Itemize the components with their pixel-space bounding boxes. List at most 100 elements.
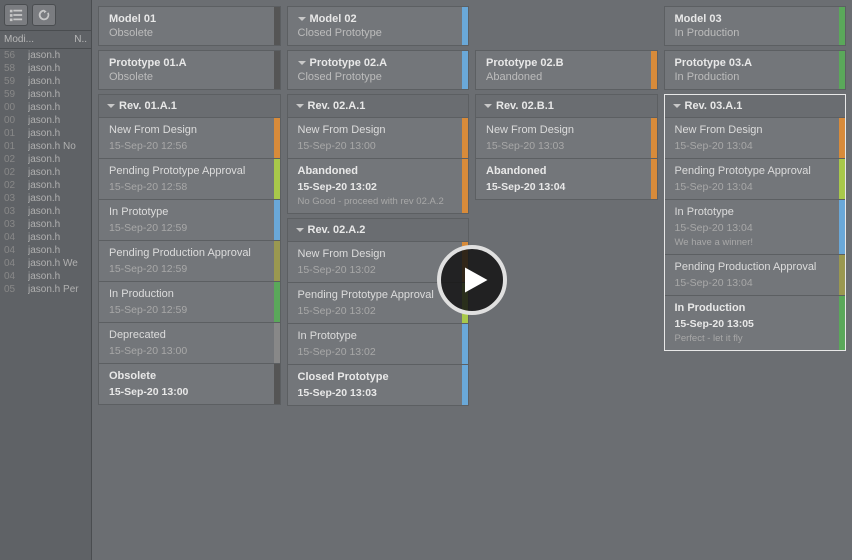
status-stripe [462,324,468,364]
model-tile[interactable]: Model 02 Closed Prototype [287,6,470,46]
card-timestamp: 15-Sep-20 13:00 [298,140,459,152]
prototype-tile[interactable]: Prototype 03.A In Production [664,50,847,90]
model-tile[interactable]: Model 01 Obsolete [98,6,281,46]
status-card[interactable]: Pending Production Approval 15-Sep-20 13… [665,254,846,295]
card-title: Pending Production Approval [109,247,270,259]
status-card[interactable]: New From Design 15-Sep-20 13:00 [287,118,470,159]
revision-header[interactable]: Rev. 02.B.1 [475,94,658,118]
status-card[interactable]: Pending Production Approval 15-Sep-20 12… [98,241,281,282]
card-note: Perfect - let it fly [675,333,836,344]
status-card[interactable]: In Production 15-Sep-20 12:59 [98,282,281,323]
chevron-down-icon [107,104,115,108]
status-stripe [839,51,845,89]
refresh-button[interactable] [32,4,56,26]
status-card[interactable]: New From Design 15-Sep-20 12:56 [98,118,281,159]
status-stripe [462,118,468,158]
status-stripe [274,51,280,89]
card-timestamp: 15-Sep-20 12:59 [109,222,270,234]
status-card[interactable]: In Prototype 15-Sep-20 13:04We have a wi… [665,199,846,254]
row-value: jason.h [28,154,91,165]
status-card[interactable]: Pending Prototype Approval 15-Sep-20 13:… [665,158,846,199]
prototype-status: Abandoned [486,71,649,83]
revision-group: Rev. 01.A.1 New From Design 15-Sep-20 12:… [98,94,281,405]
card-title: Abandoned [486,165,647,177]
revision-title: Rev. 01.A.1 [119,100,177,112]
sidebar-row[interactable]: 02jason.h [0,179,91,192]
status-stripe [839,255,845,295]
sidebar-row[interactable]: 00jason.h [0,114,91,127]
status-stripe [651,51,657,89]
card-timestamp: 15-Sep-20 13:04 [675,181,836,193]
status-card[interactable]: New From Design 15-Sep-20 13:04 [665,117,846,158]
row-number: 02 [4,167,28,178]
prototype-tile[interactable]: Prototype 02.A Closed Prototype [287,50,470,90]
revision-header[interactable]: Rev. 01.A.1 [98,94,281,118]
card-timestamp: 15-Sep-20 13:04 [675,277,836,289]
sidebar-row[interactable]: 56jason.h [0,49,91,62]
model-tile[interactable]: Model 03 In Production [664,6,847,46]
sidebar-row[interactable]: 03jason.h [0,218,91,231]
sidebar-row[interactable]: 04jason.h [0,231,91,244]
row-value: jason.h [28,232,91,243]
sidebar-row[interactable]: 04jason.h [0,244,91,257]
sidebar-row[interactable]: 04jason.h [0,270,91,283]
status-card[interactable]: Deprecated 15-Sep-20 13:00 [98,323,281,364]
list-view-button[interactable] [4,4,28,26]
revision-header[interactable]: Rev. 02.A.2 [287,218,470,242]
prototype-title: Prototype 01.A [109,57,187,69]
status-card[interactable]: Abandoned 15-Sep-20 13:02No Good - proce… [287,159,470,214]
status-stripe [839,296,845,350]
prototype-status: In Production [675,71,838,83]
sidebar-row[interactable]: 58jason.h [0,62,91,75]
sidebar-row[interactable]: 05jason.h Per [0,283,91,296]
sidebar-row[interactable]: 59jason.h [0,75,91,88]
status-stripe [462,51,468,89]
col-modified: Modi... [4,34,74,45]
card-timestamp: 15-Sep-20 13:02 [298,305,459,317]
sidebar-row[interactable]: 01jason.h No [0,140,91,153]
col-name: N.. [74,34,87,45]
status-stripe [651,159,657,199]
sidebar-toolbar [0,0,91,31]
row-value: jason.h [28,128,91,139]
sidebar-row[interactable]: 02jason.h [0,166,91,179]
status-card[interactable]: Obsolete 15-Sep-20 13:00 [98,364,281,405]
sidebar-header: Modi... N.. [0,31,91,49]
prototype-tile[interactable]: Prototype 01.A Obsolete [98,50,281,90]
status-card[interactable]: In Production 15-Sep-20 13:05Perfect - l… [665,295,846,350]
status-card[interactable]: New From Design 15-Sep-20 13:03 [475,118,658,159]
status-stripe [839,118,845,158]
status-card[interactable]: Pending Prototype Approval 15-Sep-20 12:… [98,159,281,200]
status-card[interactable]: Abandoned 15-Sep-20 13:04 [475,159,658,200]
model-status: In Production [675,27,838,39]
revision-header[interactable]: Rev. 03.A.1 [665,95,846,117]
status-stripe [839,7,845,45]
sidebar-row[interactable]: 03jason.h [0,205,91,218]
sidebar-row[interactable]: 02jason.h [0,153,91,166]
sidebar-row[interactable]: 03jason.h [0,192,91,205]
row-value: jason.h We [28,258,91,269]
status-card[interactable]: In Prototype 15-Sep-20 13:02 [287,324,470,365]
sidebar-row[interactable]: 04jason.h We [0,257,91,270]
prototype-title: Prototype 02.B [486,57,564,69]
row-number: 00 [4,115,28,126]
revision-header[interactable]: Rev. 02.A.1 [287,94,470,118]
status-stripe [462,159,468,213]
prototype-tile[interactable]: Prototype 02.B Abandoned [475,50,658,90]
play-button[interactable] [437,245,507,315]
revision-title: Rev. 02.A.1 [308,100,366,112]
revision-group: Rev. 02.B.1New From Design 15-Sep-20 13:… [475,94,658,200]
status-stripe [274,200,280,240]
sidebar-row[interactable]: 59jason.h [0,88,91,101]
card-title: New From Design [298,124,459,136]
sidebar-list[interactable]: 56jason.h58jason.h59jason.h59jason.h00ja… [0,49,91,560]
model-title: Model 01 [109,13,156,25]
card-title: In Prototype [298,330,459,342]
row-number: 59 [4,76,28,87]
sidebar-row[interactable]: 01jason.h [0,127,91,140]
row-value: jason.h [28,76,91,87]
status-card[interactable]: Closed Prototype 15-Sep-20 13:03 [287,365,470,406]
sidebar-row[interactable]: 00jason.h [0,101,91,114]
status-card[interactable]: In Prototype 15-Sep-20 12:59 [98,200,281,241]
status-stripe [274,364,280,404]
